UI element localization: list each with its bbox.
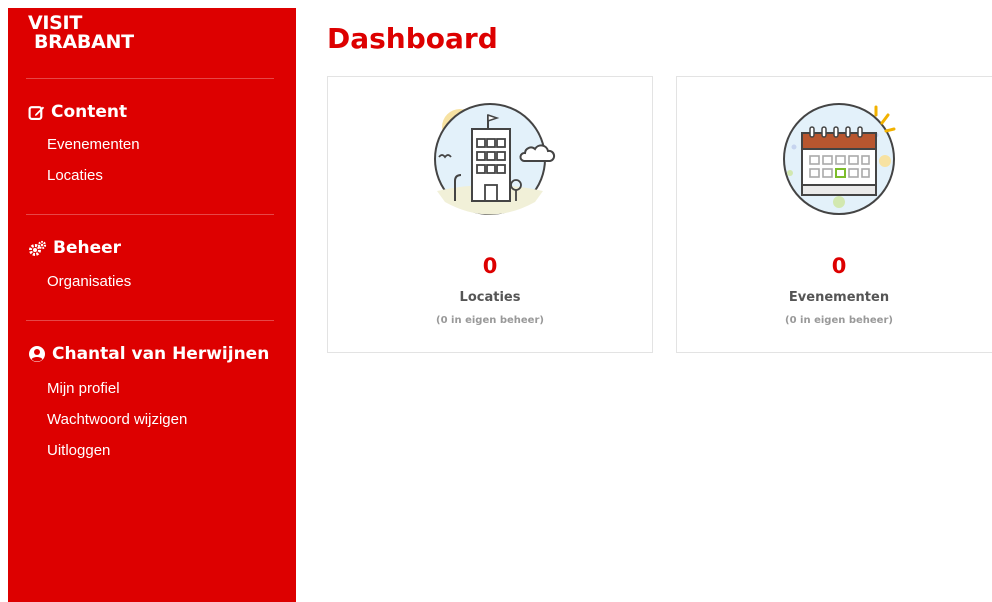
evenementen-count: 0 [831, 254, 847, 278]
locaties-count: 0 [482, 254, 498, 278]
card-evenementen[interactable]: 0 Evenementen (0 in eigen beheer) [676, 76, 992, 353]
sidebar: VISIT BRABANT Content Evenementen Locati… [8, 8, 296, 602]
section-title-content: Content [28, 102, 127, 122]
logo-line-2: BRABANT [34, 31, 134, 53]
section-label: Beheer [53, 238, 122, 258]
evenementen-label: Evenementen [788, 290, 890, 305]
locaties-label: Locaties [459, 290, 521, 305]
page-title: Dashboard [327, 22, 498, 55]
sidebar-item-mijn-profiel[interactable]: Mijn profiel [47, 380, 120, 397]
gears-icon [29, 240, 47, 256]
section-title-beheer: Beheer [28, 238, 121, 258]
building-illustration-icon [434, 103, 556, 215]
sidebar-divider [26, 320, 274, 321]
evenementen-sub: (0 in eigen beheer) [785, 315, 893, 326]
sidebar-divider [26, 78, 274, 79]
user-circle-icon [29, 346, 45, 362]
sidebar-item-locaties[interactable]: Locaties [47, 167, 103, 184]
locaties-sub: (0 in eigen beheer) [436, 315, 544, 326]
sidebar-item-evenementen[interactable]: Evenementen [47, 136, 140, 153]
visit-brabant-logo[interactable]: VISIT BRABANT [28, 14, 134, 52]
sidebar-divider [26, 214, 274, 215]
section-label: Content [51, 102, 128, 122]
sidebar-item-uitloggen[interactable]: Uitloggen [47, 442, 110, 459]
section-title-user: Chantal van Herwijnen [28, 344, 269, 364]
section-label: Chantal van Herwijnen [52, 344, 270, 364]
edit-icon [28, 105, 45, 120]
calendar-illustration-icon [783, 103, 896, 215]
sidebar-item-organisaties[interactable]: Organisaties [47, 273, 131, 290]
sidebar-item-wachtwoord-wijzigen[interactable]: Wachtwoord wijzigen [47, 411, 187, 428]
card-locaties[interactable]: 0 Locaties (0 in eigen beheer) [327, 76, 653, 353]
